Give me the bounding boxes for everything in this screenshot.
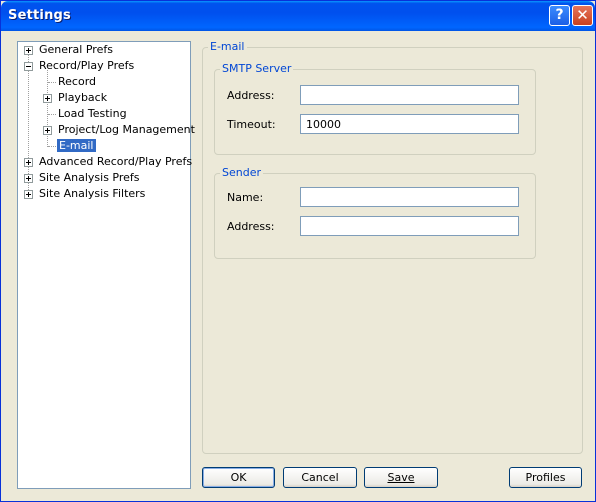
smtp-server-group: SMTP Server Address: Timeout: xyxy=(214,62,536,155)
expand-plus-icon[interactable] xyxy=(43,94,52,103)
close-button[interactable]: ✕ xyxy=(572,5,593,26)
sender-address-input[interactable] xyxy=(300,216,519,236)
settings-dialog: Settings ? ✕ General Prefs Record/Play P… xyxy=(0,0,596,502)
close-icon: ✕ xyxy=(576,6,589,24)
cancel-button[interactable]: Cancel xyxy=(283,467,357,488)
tree-connector xyxy=(48,82,56,83)
tree-connector xyxy=(48,146,56,147)
expand-plus-icon[interactable] xyxy=(24,158,33,167)
tree-connector xyxy=(28,54,29,194)
tree-connector xyxy=(48,114,56,115)
tree-item-label: Site Analysis Prefs xyxy=(39,171,140,184)
help-button[interactable]: ? xyxy=(549,5,570,26)
save-button[interactable]: Save xyxy=(364,467,438,488)
tree-item-label: Playback xyxy=(58,91,108,104)
title-bar[interactable]: Settings ? ✕ xyxy=(1,1,595,31)
tree-item-record[interactable]: Record xyxy=(58,74,96,90)
smtp-address-label: Address: xyxy=(227,89,275,102)
expand-plus-icon[interactable] xyxy=(24,46,33,55)
smtp-timeout-input[interactable] xyxy=(300,114,519,134)
tree-item-load-testing[interactable]: Load Testing xyxy=(58,106,127,122)
tree-item-label: Record xyxy=(58,75,97,88)
tree-item-label: E-mail xyxy=(56,138,97,153)
sender-group: Sender Name: Address: xyxy=(214,166,536,259)
help-icon: ? xyxy=(555,7,564,23)
ok-button[interactable]: OK xyxy=(202,467,275,488)
sender-name-input[interactable] xyxy=(300,187,519,207)
sender-title: Sender xyxy=(220,166,263,179)
sender-name-label: Name: xyxy=(227,191,264,204)
expand-plus-icon[interactable] xyxy=(24,190,33,199)
tree-item-label: Advanced Record/Play Prefs xyxy=(39,155,193,168)
tree-item-label: Project/Log Management xyxy=(58,123,195,136)
settings-tree[interactable]: General Prefs Record/Play Prefs Record P… xyxy=(17,41,195,489)
expand-plus-icon[interactable] xyxy=(24,174,33,183)
tree-item-label: Site Analysis Filters xyxy=(39,187,146,200)
tree-item-label: Load Testing xyxy=(58,107,127,120)
smtp-timeout-label: Timeout: xyxy=(227,118,276,131)
sender-address-label: Address: xyxy=(227,220,275,233)
collapse-minus-icon[interactable] xyxy=(24,62,33,71)
tree-item-label: General Prefs xyxy=(39,43,113,56)
tree-item-label: Record/Play Prefs xyxy=(39,59,135,72)
email-group: E-mail SMTP Server Address: Timeout: Sen… xyxy=(202,40,583,454)
window-title: Settings xyxy=(8,8,71,23)
tree-item-email[interactable]: E-mail xyxy=(56,138,97,154)
profiles-button[interactable]: Profiles xyxy=(509,467,582,488)
email-group-title: E-mail xyxy=(208,40,247,53)
smtp-server-title: SMTP Server xyxy=(220,62,294,75)
expand-plus-icon[interactable] xyxy=(43,126,52,135)
smtp-address-input[interactable] xyxy=(300,85,519,105)
